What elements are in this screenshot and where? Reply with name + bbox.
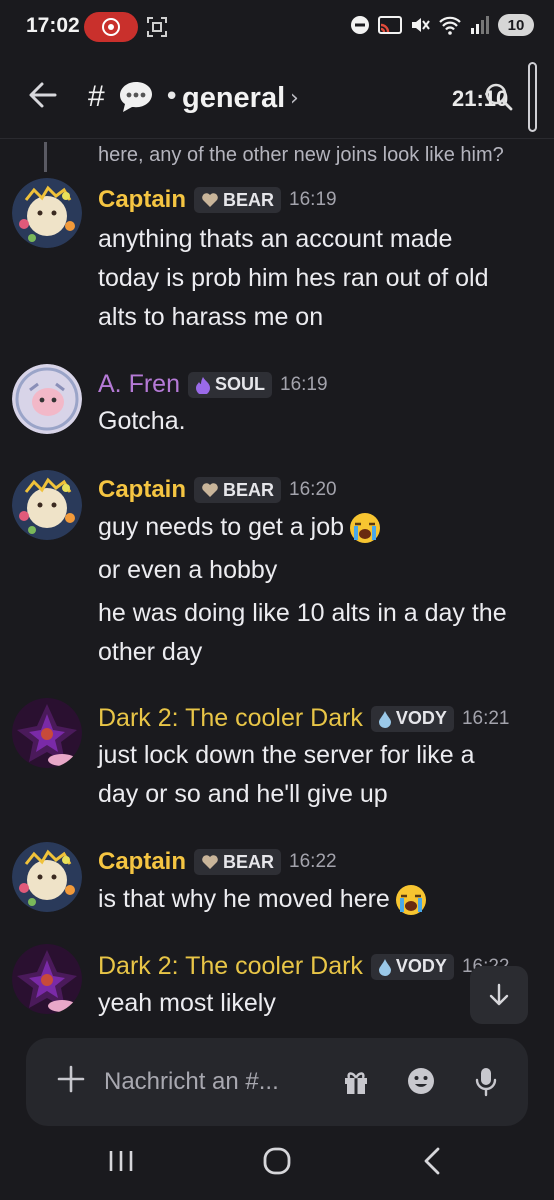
gift-icon[interactable] xyxy=(342,1068,370,1100)
message-timestamp: 16:20 xyxy=(289,479,337,500)
arrow-down-icon xyxy=(489,983,509,1006)
scrollbar[interactable] xyxy=(528,62,537,132)
recents-icon[interactable] xyxy=(108,1148,134,1178)
message-line: or even a hobby xyxy=(98,556,278,584)
chevron-right-icon[interactable]: › xyxy=(290,86,299,111)
message-author[interactable]: Dark 2: The cooler Dark xyxy=(98,704,363,733)
thread-line xyxy=(44,142,47,172)
search-icon[interactable] xyxy=(484,82,514,116)
message-body: anything thats an account made today is … xyxy=(98,220,489,337)
message-body: just lock down the server for like a day… xyxy=(98,736,475,814)
role-tag-label: BEAR xyxy=(223,851,275,872)
role-tag[interactable]: VODY xyxy=(370,705,454,732)
avatar[interactable] xyxy=(12,178,82,248)
message-composer: Nachricht an #... xyxy=(26,1038,528,1126)
message-author[interactable]: Captain xyxy=(98,186,186,214)
plus-icon[interactable] xyxy=(56,1064,86,1098)
loudly-crying-emoji-icon xyxy=(395,884,426,915)
message-line: alts to harass me on xyxy=(98,303,324,331)
role-tag-label: BEAR xyxy=(223,189,275,210)
role-tag[interactable]: BEAR xyxy=(194,477,282,503)
screenshot-icon xyxy=(146,16,168,42)
status-bar: 17:02 10 xyxy=(0,0,554,56)
role-tag-label: BEAR xyxy=(223,479,275,500)
channel-hash: # xyxy=(88,80,105,113)
message-line: day or so and he'll give up xyxy=(98,780,388,808)
avatar[interactable] xyxy=(12,842,82,912)
cast-icon xyxy=(378,16,402,34)
loudly-crying-emoji-icon xyxy=(350,512,381,543)
message-line: other day xyxy=(98,638,203,666)
message-timestamp: 16:19 xyxy=(280,373,328,395)
message-timestamp: 16:22 xyxy=(289,851,337,872)
home-icon[interactable] xyxy=(262,1146,292,1180)
message-body: Gotcha. xyxy=(98,402,186,441)
message-header: Captain BEAR 16:20 xyxy=(98,476,337,504)
signal-icon xyxy=(471,16,489,34)
message-timestamp: 16:21 xyxy=(461,707,510,729)
header-separator: • xyxy=(164,82,180,112)
role-tag[interactable]: BEAR xyxy=(194,849,282,875)
message-header: Captain BEAR 16:22 xyxy=(98,848,337,876)
avatar[interactable] xyxy=(12,944,82,1014)
battery-icon: 10 xyxy=(498,14,534,36)
bear-heart-icon xyxy=(202,483,218,497)
role-tag-label: VODY xyxy=(395,956,447,976)
avatar[interactable] xyxy=(12,698,82,768)
back-arrow-icon[interactable] xyxy=(28,80,58,114)
message-line: just lock down the server for like a xyxy=(98,741,475,769)
message-header: Dark 2: The cooler Dark VODY 16:22 xyxy=(98,952,509,981)
message-line: anything thats an account made xyxy=(98,225,453,253)
bear-heart-icon xyxy=(202,193,218,207)
role-tag-label: SOUL xyxy=(214,374,265,394)
role-tag[interactable]: SOUL xyxy=(187,371,272,398)
message-line: yeah most likely xyxy=(98,989,276,1017)
message-timestamp: 16:19 xyxy=(289,189,337,210)
purple-flame-icon xyxy=(195,376,210,394)
battery-level: 10 xyxy=(507,16,525,34)
message-author[interactable]: A. Fren xyxy=(98,370,180,399)
role-tag[interactable]: VODY xyxy=(370,953,454,980)
message-header: A. Fren SOUL 16:19 xyxy=(98,370,328,399)
emoji-icon[interactable] xyxy=(406,1066,436,1100)
message-body: guy needs to get a job or even a hobby h… xyxy=(98,508,507,672)
channel-header: # • general › 21:10 xyxy=(0,62,554,139)
message-line: guy needs to get a job xyxy=(98,508,507,547)
status-icons: 10 xyxy=(350,14,534,36)
message-line: he was doing like 10 alts in a day the xyxy=(98,599,507,627)
message-body: is that why he moved here xyxy=(98,880,428,919)
status-time: 17:02 xyxy=(26,14,80,37)
role-tag-label: VODY xyxy=(395,708,447,728)
avatar[interactable] xyxy=(12,364,82,434)
message-body: yeah most likely xyxy=(98,984,276,1023)
message-line: is that why he moved here xyxy=(98,880,428,919)
message-author[interactable]: Dark 2: The cooler Dark xyxy=(98,952,363,981)
mute-icon xyxy=(412,18,430,32)
message-line: today is prob him hes ran out of old xyxy=(98,264,489,292)
scroll-to-bottom-button[interactable] xyxy=(470,966,528,1024)
message-input[interactable]: Nachricht an #... xyxy=(104,1068,279,1096)
bear-heart-icon xyxy=(202,855,218,869)
message-line-text: guy needs to get a job xyxy=(98,513,345,541)
message-line: Gotcha. xyxy=(98,407,186,435)
message-author[interactable]: Captain xyxy=(98,848,186,876)
role-tag[interactable]: BEAR xyxy=(194,187,282,213)
channel-name[interactable]: general xyxy=(182,82,285,115)
speech-bubble-icon xyxy=(118,80,154,118)
message-header: Dark 2: The cooler Dark VODY 16:21 xyxy=(98,704,509,733)
back-icon[interactable] xyxy=(420,1146,444,1180)
microphone-icon[interactable] xyxy=(474,1066,498,1102)
water-drop-icon xyxy=(378,958,391,976)
previous-message-text: here, any of the other new joins look li… xyxy=(98,144,504,166)
water-drop-icon xyxy=(378,710,391,728)
message-author[interactable]: Captain xyxy=(98,476,186,504)
message-line-text: is that why he moved here xyxy=(98,885,390,913)
dnd-icon xyxy=(351,16,369,34)
screen-record-icon[interactable] xyxy=(84,12,138,42)
avatar[interactable] xyxy=(12,470,82,540)
wifi-icon xyxy=(439,16,461,35)
message-header: Captain BEAR 16:19 xyxy=(98,186,337,214)
